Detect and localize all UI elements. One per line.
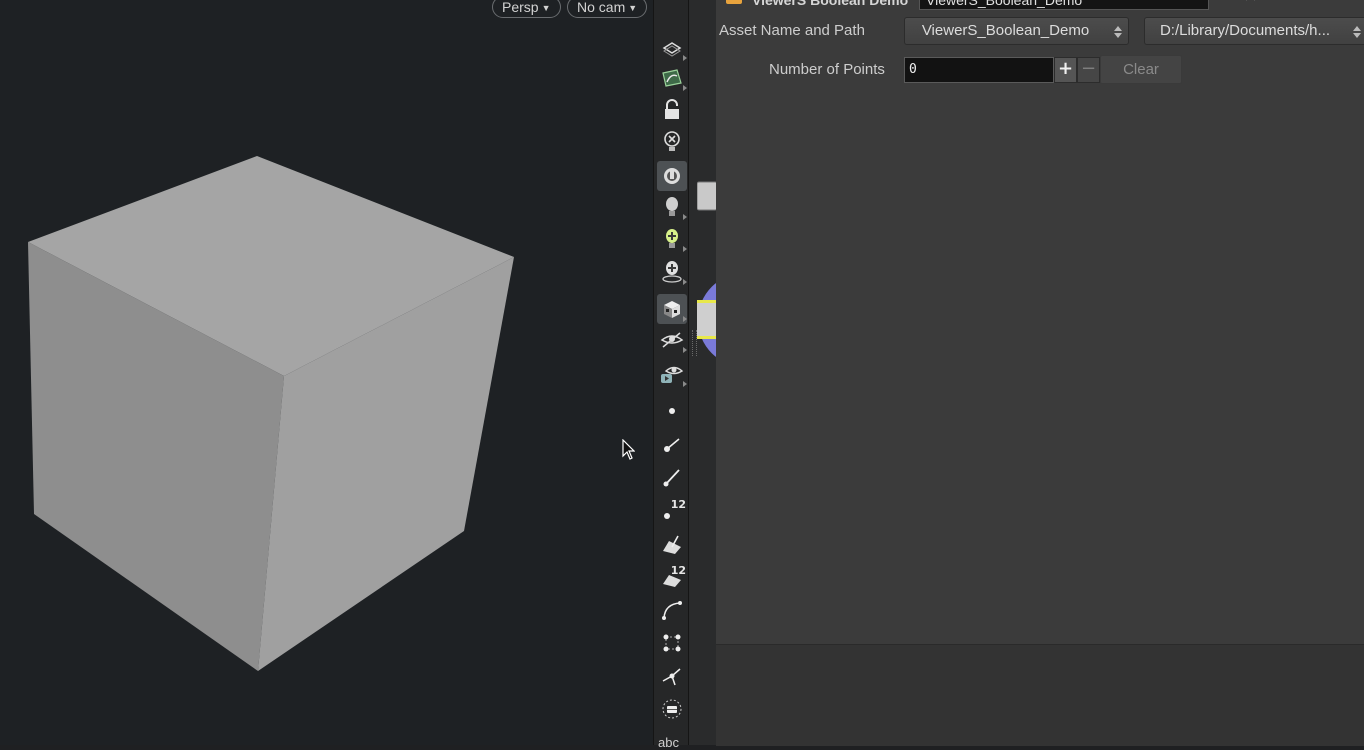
headlight-button[interactable]: [657, 161, 687, 191]
curve-handle-icon: [662, 601, 682, 620]
lock-camera-button[interactable]: [657, 95, 687, 125]
show-points-button[interactable]: [657, 396, 687, 426]
geometry-labels-toggle[interactable]: abc: [658, 735, 679, 750]
display-options-icon: [662, 42, 682, 57]
light-off-icon: [664, 131, 680, 151]
snapping-icon: [662, 69, 682, 87]
uv-points-icon: [663, 634, 681, 652]
parameter-panel: ViewerS Boolean Demo ViewerS_Boolean_Dem…: [716, 0, 1364, 644]
shading-mode-button[interactable]: [657, 294, 687, 324]
scene-viewport[interactable]: Persp ▼ No cam ▼: [0, 0, 653, 745]
parameter-panel-footer: [716, 644, 1364, 746]
point-icon: [669, 408, 675, 414]
cube-geometry[interactable]: [0, 0, 653, 745]
asset-name-value: ViewerS_Boolean_Demo: [921, 22, 1090, 39]
visibility-render-button[interactable]: [657, 359, 687, 389]
point-normal-line-icon: [663, 469, 680, 487]
updown-arrows-icon: [1353, 26, 1361, 38]
high-quality-light-icon: [666, 229, 678, 248]
point-normal-icon: [664, 438, 680, 452]
network-node-icon: [697, 181, 717, 211]
info-icon[interactable]: [1312, 0, 1330, 2]
primitive-numbers-button[interactable]: 12: [657, 561, 687, 591]
primitive-number-badge: 12: [670, 564, 686, 577]
normal-light-button[interactable]: [657, 192, 687, 222]
visibility-button[interactable]: [657, 325, 687, 355]
asset-name-path-label: Asset Name and Path: [719, 22, 865, 39]
primitive-normals-button[interactable]: [657, 529, 687, 559]
point-numbers-button[interactable]: 12: [657, 495, 687, 525]
no-lighting-button[interactable]: [657, 127, 687, 157]
chevron-down-icon: ▼: [541, 3, 551, 13]
chevron-down-icon: ▼: [628, 3, 638, 13]
view-menu-label: Persp: [502, 0, 539, 15]
shaded-checker-icon: [664, 301, 680, 318]
clear-points-button[interactable]: Clear: [1100, 55, 1182, 84]
display-toolbar: 12 12 abc: [653, 0, 689, 750]
vertices-button[interactable]: [657, 661, 687, 691]
visibility-eye-render-icon: [661, 366, 684, 383]
number-of-points-field[interactable]: 0: [904, 57, 1054, 83]
gear-icon[interactable]: [1218, 0, 1236, 2]
search-icon[interactable]: [1282, 0, 1300, 2]
lock-icon: [665, 99, 679, 119]
help-icon[interactable]: [1338, 0, 1356, 2]
node-name-field[interactable]: ViewerS_Boolean_Demo: [919, 0, 1209, 10]
point-normals-button[interactable]: [657, 429, 687, 459]
visibility-eye-icon: [660, 332, 684, 348]
asset-path-value: D:/Library/Documents/h...: [1159, 22, 1331, 39]
help-hint-icon[interactable]: [1244, 0, 1266, 2]
point-number-badge: 12: [670, 498, 686, 511]
camera-menu-button[interactable]: No cam ▼: [567, 0, 648, 18]
parameter-header: ViewerS Boolean Demo ViewerS_Boolean_Dem…: [716, 0, 1364, 10]
view-menu-button[interactable]: Persp ▼: [492, 0, 561, 18]
updown-arrows-icon: [1114, 26, 1122, 38]
uv-points-button[interactable]: [657, 628, 687, 658]
mouse-cursor-icon: [622, 439, 635, 460]
primitive-normal-icon: [663, 535, 681, 554]
network-node-selected-icon: [697, 282, 717, 358]
camera-menu-label: No cam: [577, 0, 626, 15]
pane-splitter[interactable]: [688, 0, 717, 745]
add-point-button[interactable]: +: [1054, 57, 1077, 83]
display-options-button[interactable]: [657, 33, 687, 63]
point-normal-lines-button[interactable]: [657, 462, 687, 492]
curve-handles-button[interactable]: [657, 595, 687, 625]
headlight-icon: [664, 168, 680, 184]
high-quality-shadow-button[interactable]: [657, 257, 687, 287]
high-quality-light-button[interactable]: [657, 224, 687, 254]
snapping-button[interactable]: [657, 63, 687, 93]
node-type-label: ViewerS Boolean Demo: [752, 0, 909, 8]
frame-button[interactable]: [657, 694, 687, 724]
asset-name-dropdown[interactable]: ViewerS_Boolean_Demo: [904, 17, 1129, 45]
asset-path-dropdown[interactable]: D:/Library/Documents/h...: [1144, 17, 1364, 45]
high-quality-shadow-icon: [662, 261, 682, 283]
remove-point-button[interactable]: −: [1077, 57, 1100, 83]
normal-light-icon: [666, 197, 678, 216]
vertex-icon: [662, 668, 681, 686]
frame-icon: [662, 699, 682, 719]
digital-asset-icon: [726, 0, 742, 4]
number-of-points-label: Number of Points: [769, 61, 885, 78]
